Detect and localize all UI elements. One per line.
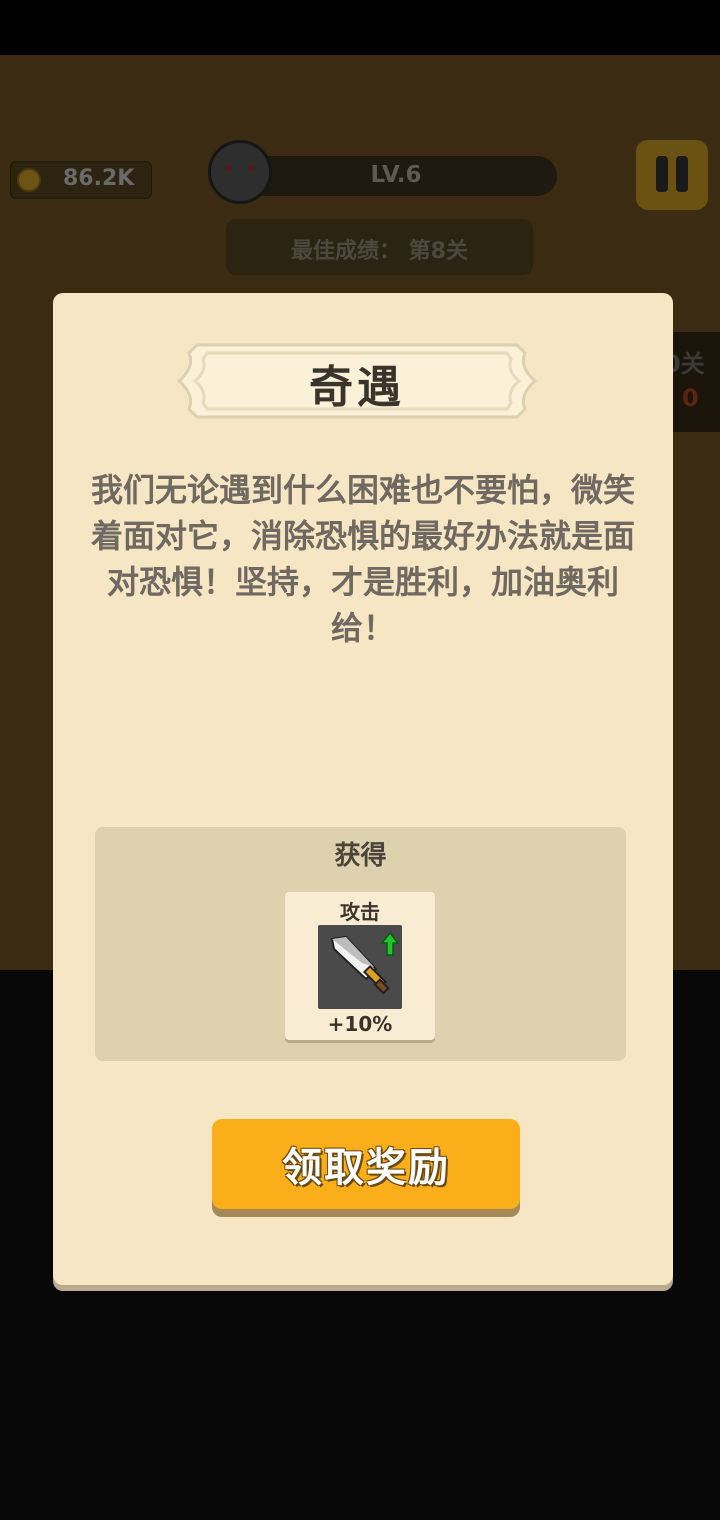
pause-icon [656, 156, 668, 192]
level-progress-bar: LV.6 [235, 156, 557, 196]
dialog-title: 奇遇 [309, 362, 405, 413]
side-stage-value: 0 [682, 384, 699, 412]
coin-counter: 86.2K [10, 161, 152, 199]
coin-amount: 86.2K [63, 166, 135, 191]
reward-value: +10% [327, 1012, 393, 1036]
best-score-label: 最佳成绩： 第8关 [291, 239, 468, 264]
title-plaque: 奇遇 [177, 343, 537, 419]
claim-reward-button[interactable]: 领取奖励 [212, 1119, 520, 1209]
reward-card: 攻击 +10% [285, 892, 435, 1040]
encounter-story-text: 我们无论遇到什么困难也不要怕，微笑着面对它，消除恐惧的最好办法就是面对恐惧！坚持… [90, 471, 635, 647]
reward-panel-title: 获得 [334, 841, 387, 871]
pause-button[interactable] [636, 140, 708, 210]
coin-icon [17, 168, 41, 192]
player-avatar [208, 140, 272, 204]
claim-reward-label: 领取奖励 [282, 1145, 450, 1191]
encounter-dialog: 奇遇 我们无论遇到什么困难也不要怕，微笑着面对它，消除恐惧的最好办法就是面对恐惧… [53, 293, 673, 1285]
best-score-box: 最佳成绩： 第8关 [226, 219, 533, 275]
reward-panel: 获得 攻击 +10% [95, 827, 626, 1061]
side-stage-panel: 0关 0 [664, 332, 720, 432]
reward-icon-box [318, 925, 402, 1009]
sword-icon [330, 931, 400, 995]
level-label: LV.6 [370, 162, 422, 188]
reward-label: 攻击 [340, 900, 380, 924]
pause-icon-bar [676, 156, 688, 192]
